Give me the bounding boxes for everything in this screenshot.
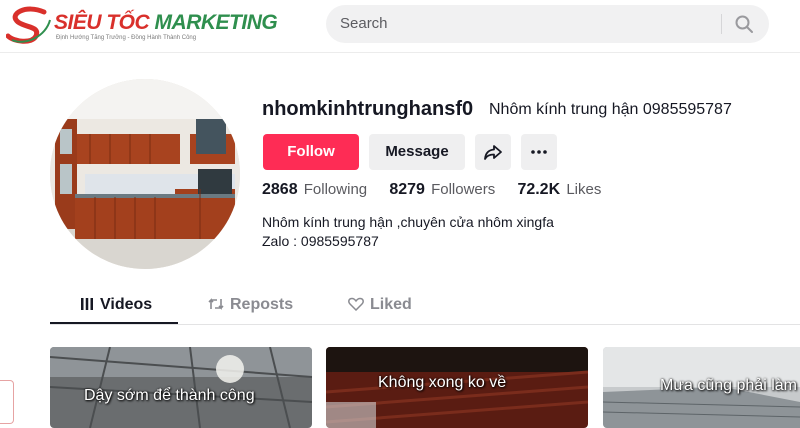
side-tab[interactable]	[0, 380, 14, 424]
more-button[interactable]	[521, 134, 557, 170]
tab-reposts[interactable]: Reposts	[208, 296, 293, 314]
search-input[interactable]: Search	[340, 15, 388, 32]
stat-following[interactable]: 2868 Following	[262, 181, 367, 199]
tab-liked[interactable]: Liked	[348, 296, 412, 314]
bio-line: Zalo : 0985595787	[262, 233, 379, 249]
share-button[interactable]	[475, 134, 511, 170]
heart-icon	[348, 297, 364, 312]
tab-videos[interactable]: Videos	[80, 296, 152, 314]
site-logo[interactable]: SIÊU TỐC MARKETING Định Hướng Tăng Trưởn…	[6, 6, 278, 46]
stat-likes: 72.2K Likes	[517, 181, 602, 198]
profile-stats: 2868 Following 8279 Followers 72.2K Like…	[262, 181, 619, 199]
profile-tabs: Videos Reposts Liked	[50, 288, 800, 325]
search-icon[interactable]	[734, 14, 754, 34]
active-tab-indicator	[50, 322, 178, 324]
video-card[interactable]: Mưa cũng phải làm	[603, 347, 800, 428]
video-caption: Mưa cũng phải làm	[660, 377, 797, 394]
profile-display-name: Nhôm kính trung hận 0985595787	[489, 101, 732, 118]
search-divider	[721, 14, 722, 34]
avatar[interactable]	[50, 79, 240, 269]
logo-tagline: Định Hướng Tăng Trưởng - Đồng Hành Thành…	[56, 35, 197, 41]
share-icon	[484, 145, 502, 160]
message-button[interactable]: Message	[369, 134, 465, 170]
grid-icon	[81, 298, 93, 310]
video-caption: Không xong ko về	[378, 374, 507, 391]
search-bar[interactable]: Search	[326, 5, 769, 43]
s-logo-icon	[6, 6, 51, 44]
profile-username: nhomkinhtrunghansf0	[262, 98, 474, 120]
video-card[interactable]: Không xong ko về	[326, 347, 588, 428]
profile-bio: Nhôm kính trung hận ,chuyên cửa nhôm xin…	[262, 213, 554, 251]
more-icon	[531, 150, 547, 154]
top-header: SIÊU TỐC MARKETING Định Hướng Tăng Trưởn…	[0, 0, 800, 53]
stat-followers[interactable]: 8279 Followers	[389, 181, 495, 199]
repost-icon	[208, 298, 224, 310]
video-caption: Dậy sớm để thành công	[84, 387, 255, 404]
logo-title: SIÊU TỐC MARKETING	[54, 11, 278, 34]
follow-button[interactable]: Follow	[263, 134, 359, 170]
bio-line: Nhôm kính trung hận ,chuyên cửa nhôm xin…	[262, 214, 554, 230]
video-card[interactable]: Dậy sớm để thành công	[50, 347, 312, 428]
video-grid: Dậy sớm để thành công Không xong ko về M…	[0, 347, 800, 428]
